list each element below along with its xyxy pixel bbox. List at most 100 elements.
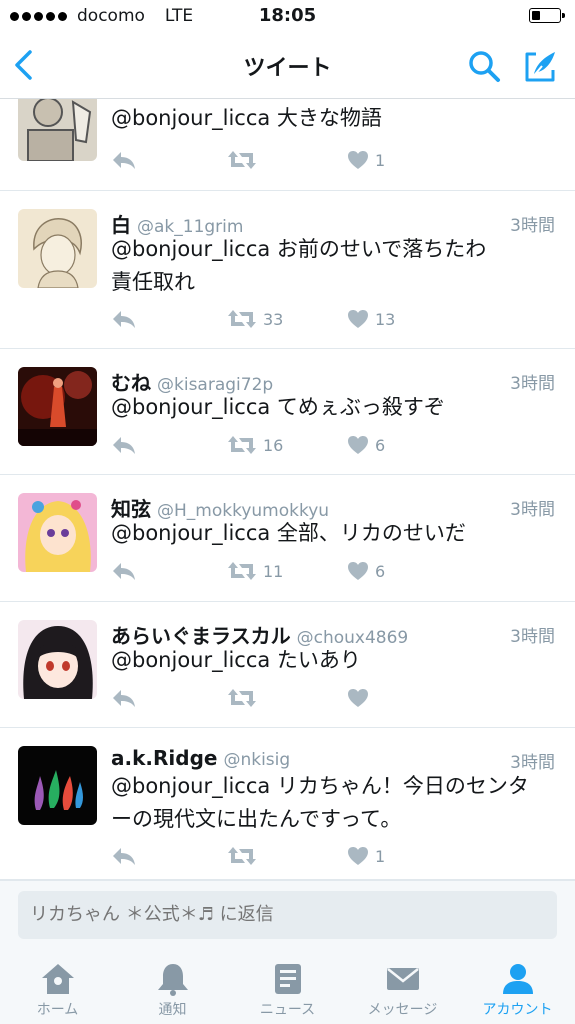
home-icon [42,964,74,994]
tab-label: ホーム [36,1002,79,1018]
retweet-button[interactable] [227,686,263,710]
tweet-actions [111,686,411,710]
like-button[interactable]: 6 [347,433,385,457]
retweet-icon [228,436,256,454]
reply-button[interactable] [111,148,137,172]
retweet-button[interactable]: 16 [227,433,283,457]
tweet-actions: 16 6 [111,433,411,457]
tweet-actions: 11 6 [111,559,411,583]
like-button[interactable]: 6 [347,559,385,583]
navigation-bar: ツイート [0,34,575,99]
search-button[interactable] [466,48,502,84]
reply-icon [113,311,135,328]
reply-button[interactable] [111,559,137,583]
tab-account[interactable]: アカウント [460,950,575,1024]
tweet-actions: 1 [111,844,411,868]
tweet-item[interactable]: 白 @ak_11grim 3時間 @bonjour_licca お前のせいで落ちた… [0,191,575,349]
retweet-button[interactable] [227,844,263,868]
retweet-icon [228,151,256,169]
tweet-text: @bonjour_licca たいあり [111,648,361,672]
battery-icon [529,8,565,23]
retweet-icon [228,310,256,328]
compose-tweet-button[interactable] [522,48,558,84]
avatar[interactable] [18,746,97,825]
avatar[interactable] [18,367,97,446]
status-bar: docomo LTE 18:05 [0,0,575,34]
tab-home[interactable]: ホーム [0,950,115,1024]
reply-icon [113,690,135,707]
tab-notifications[interactable]: 通知 [115,950,230,1024]
heart-icon [348,436,368,454]
envelope-icon [387,968,419,990]
reply-bar [0,880,575,951]
bell-icon [158,964,188,996]
user-handle: @nkisig [223,750,291,770]
retweet-count: 16 [263,435,284,455]
reply-icon [113,152,135,169]
retweet-button[interactable]: 33 [227,307,283,331]
like-count: 6 [375,561,386,581]
like-count: 13 [375,309,396,329]
tweet-text: @bonjour_licca お前のせいで落ちたわ 責任取れ [111,237,487,294]
like-button[interactable]: 1 [347,844,385,868]
like-button[interactable]: 1 [347,148,385,172]
tweet-text: @bonjour_licca てめぇぶっ殺すぞ [111,395,445,419]
like-button[interactable]: 13 [347,307,395,331]
avatar[interactable] [18,98,97,161]
retweet-count: 33 [263,309,284,329]
reply-button[interactable] [111,307,137,331]
like-count: 6 [375,435,386,455]
tab-messages[interactable]: メッセージ [345,950,460,1024]
avatar[interactable] [18,209,97,288]
heart-icon [348,151,368,169]
tab-news[interactable]: ニュース [230,950,345,1024]
tweet-author[interactable]: むね @kisaragi72p [111,367,273,395]
tab-label: アカウント [482,1002,553,1018]
tab-label: ニュース [259,1002,316,1018]
tweet-item[interactable]: むね @kisaragi72p 3時間 @bonjour_licca てめぇぶっ殺… [0,349,575,475]
reply-icon [113,437,135,454]
tweet-actions: 1 [111,148,411,172]
retweet-button[interactable]: 11 [227,559,283,583]
avatar[interactable] [18,493,97,572]
tweet-actions: 33 13 [111,307,411,331]
retweet-icon [228,847,256,865]
reply-icon [113,563,135,580]
heart-icon [348,562,368,580]
heart-icon [348,689,368,707]
retweet-count: 11 [263,561,284,581]
retweet-button[interactable] [227,148,263,172]
battery-level [532,11,540,20]
tweet-text: @bonjour_licca 大きな物語 [111,106,382,130]
news-icon [275,964,301,994]
reply-icon [113,848,135,865]
tweet-item[interactable]: 知弦 @H_mokkyumokkyu 3時間 @bonjour_licca 全部、… [0,475,575,602]
tab-bar: ホーム 通知 ニュース メッセージ アカウント [0,950,575,1024]
tweet-author[interactable]: 知弦 @H_mokkyumokkyu [111,493,329,521]
heart-icon [348,310,368,328]
reply-button[interactable] [111,686,137,710]
tweet-text: @bonjour_licca 全部、リカのせいだ [111,521,466,545]
like-count: 1 [375,846,386,866]
avatar[interactable] [18,620,97,699]
tweet-author[interactable]: あらいぐまラスカル @choux4869 [111,620,408,648]
person-icon [503,964,533,994]
like-button[interactable] [347,686,375,710]
reply-button[interactable] [111,433,137,457]
status-time: 18:05 [258,5,317,26]
tweet-item[interactable]: あらいぐまラスカル @choux4869 3時間 @bonjour_licca た… [0,602,575,728]
reply-button[interactable] [111,844,137,868]
tweet-item[interactable]: a.k.Ridge @nkisig 3時間 @bonjour_licca リカちゃ… [0,728,575,880]
tab-label: メッセージ [367,1002,438,1018]
tweet-author[interactable]: 白 @ak_11grim [111,209,243,237]
like-count: 1 [375,150,386,170]
heart-icon [348,847,368,865]
tweet-item[interactable]: @bonjour_licca 大きな物語 1 [0,98,575,191]
retweet-icon [228,562,256,580]
compose-icon [525,52,555,82]
search-icon [469,51,500,82]
tweet-timeline[interactable]: @bonjour_licca 大きな物語 1 白 @ak_11grim 3時間 … [0,98,575,880]
tweet-author[interactable]: a.k.Ridge @nkisig [111,746,290,772]
reply-input[interactable] [18,891,557,939]
tab-label: 通知 [158,1002,187,1018]
